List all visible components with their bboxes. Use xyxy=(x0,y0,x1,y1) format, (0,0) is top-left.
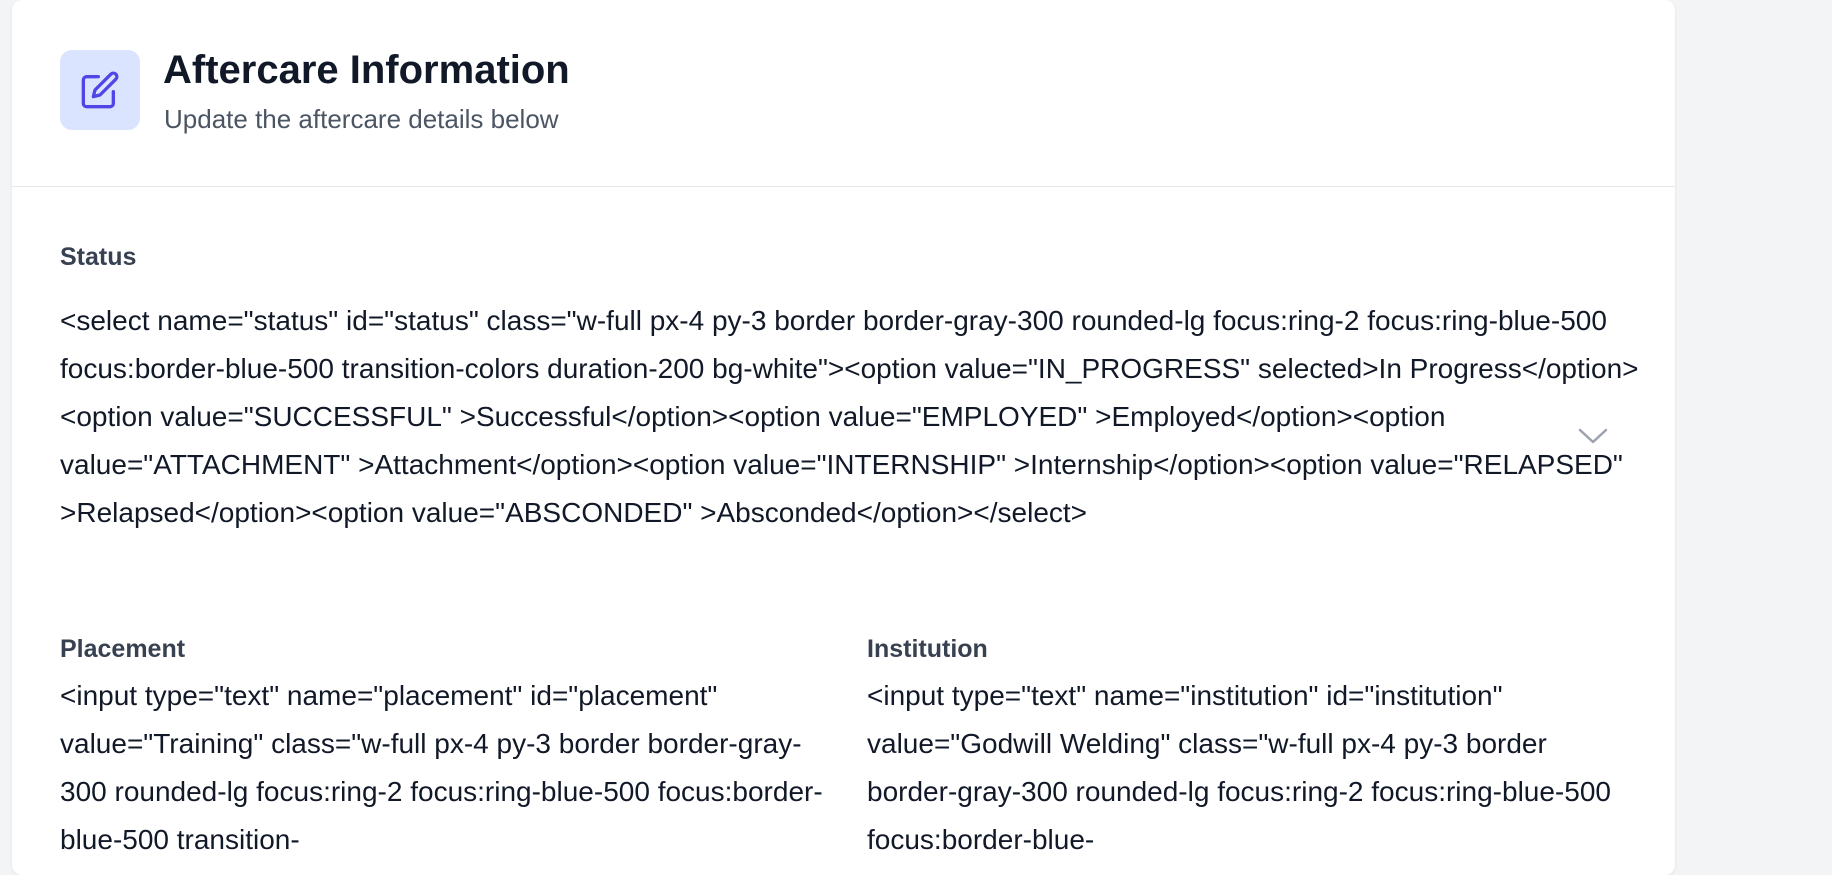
page-subtitle: Update the aftercare details below xyxy=(164,104,559,134)
institution-label: Institution xyxy=(867,635,988,663)
institution-input[interactable]: <input type="text" name="institution" id… xyxy=(867,672,1637,864)
chevron-down-icon[interactable] xyxy=(1576,424,1610,448)
placement-label: Placement xyxy=(60,635,186,663)
placement-field: Placement <input type="text" name="place… xyxy=(60,635,830,864)
page-title: Aftercare Information xyxy=(163,48,570,92)
card-header: Aftercare Information Update the afterca… xyxy=(12,0,1675,187)
status-label: Status xyxy=(60,243,137,271)
aftercare-card: Aftercare Information Update the afterca… xyxy=(12,0,1675,875)
edit-icon xyxy=(81,71,119,109)
edit-icon-tile xyxy=(60,50,140,130)
institution-field: Institution <input type="text" name="ins… xyxy=(867,635,1637,864)
status-select[interactable]: <select name="status" id="status" class=… xyxy=(60,297,1640,537)
placement-input[interactable]: <input type="text" name="placement" id="… xyxy=(60,672,830,864)
